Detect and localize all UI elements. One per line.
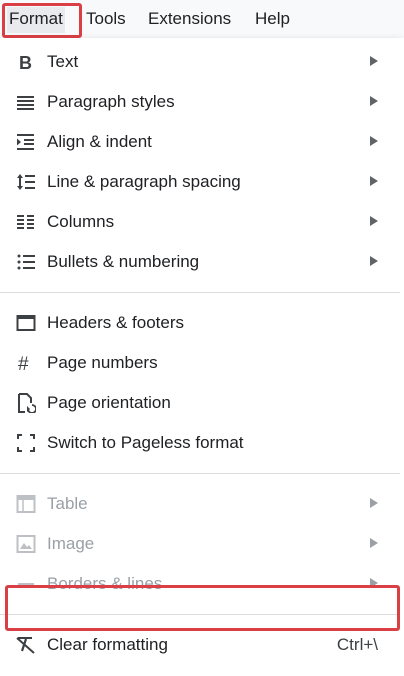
format-dropdown-menu: B Text Paragraph styles Align & indent L… (0, 38, 401, 676)
submenu-arrow-icon (370, 578, 378, 588)
menu-item-label: Align & indent (47, 132, 152, 151)
borders-lines-icon (16, 574, 36, 594)
menu-item-bullets-numbering[interactable]: Bullets & numbering (0, 242, 400, 282)
submenu-arrow-icon (370, 216, 378, 226)
menu-item-label: Paragraph styles (47, 92, 175, 111)
menu-extensions[interactable]: Extensions (146, 7, 233, 33)
menu-format[interactable]: Format (7, 7, 65, 33)
menu-item-text[interactable]: B Text (0, 42, 400, 82)
menu-bar: Format Tools Extensions Help (0, 0, 404, 38)
svg-text:B: B (19, 53, 32, 72)
menu-divider (0, 473, 400, 474)
menu-divider (0, 614, 400, 615)
menu-item-label: Page orientation (47, 393, 171, 412)
menu-item-paragraph-styles[interactable]: Paragraph styles (0, 82, 400, 122)
line-spacing-icon (16, 172, 36, 192)
pageless-icon (16, 433, 36, 453)
menu-item-columns[interactable]: Columns (0, 202, 400, 242)
clear-formatting-icon (16, 635, 36, 655)
menu-item-label: Switch to Pageless format (47, 433, 244, 452)
menu-help[interactable]: Help (253, 7, 292, 33)
bulleted-list-icon (16, 252, 36, 272)
menu-tools[interactable]: Tools (84, 7, 128, 33)
paragraph-styles-icon (16, 92, 36, 112)
menu-item-label: Table (47, 494, 88, 513)
submenu-arrow-icon (370, 498, 378, 508)
menu-item-label: Clear formatting (47, 635, 168, 654)
submenu-arrow-icon (370, 136, 378, 146)
menu-item-borders-lines: Borders & lines (0, 564, 400, 604)
bold-icon: B (16, 52, 36, 73)
submenu-arrow-icon (370, 56, 378, 66)
submenu-arrow-icon (370, 96, 378, 106)
submenu-arrow-icon (370, 176, 378, 186)
svg-text:#: # (18, 354, 29, 373)
menu-item-page-numbers[interactable]: # Page numbers (0, 343, 400, 383)
submenu-arrow-icon (370, 538, 378, 548)
menu-item-page-orientation[interactable]: Page orientation (0, 383, 400, 423)
submenu-arrow-icon (370, 256, 378, 266)
headers-footers-icon (16, 313, 36, 333)
docs-screen: Format Tools Extensions Help B Text Para… (0, 0, 404, 676)
menu-item-table: Table (0, 484, 400, 524)
menu-item-label: Columns (47, 212, 115, 231)
menu-item-label: Line & paragraph spacing (47, 172, 241, 191)
menu-item-pageless[interactable]: Switch to Pageless format (0, 423, 400, 463)
menu-item-headers-footers[interactable]: Headers & footers (0, 303, 400, 343)
page-orientation-icon (16, 393, 37, 414)
hash-icon: # (16, 353, 36, 375)
menu-item-image: Image (0, 524, 400, 564)
document-edge (400, 38, 404, 676)
menu-item-align-indent[interactable]: Align & indent (0, 122, 400, 162)
align-indent-icon (16, 132, 36, 152)
menu-item-line-spacing[interactable]: Line & paragraph spacing (0, 162, 400, 202)
keyboard-shortcut: Ctrl+\ (336, 635, 378, 654)
menu-item-label: Borders & lines (47, 574, 163, 593)
menu-divider (0, 292, 400, 293)
menu-item-label: Image (47, 534, 95, 553)
image-icon (16, 534, 36, 554)
menu-item-label: Headers & footers (47, 313, 185, 332)
menu-item-label: Bullets & numbering (47, 252, 200, 271)
menu-item-clear-formatting[interactable]: Clear formatting Ctrl+\ (0, 625, 400, 665)
menu-item-label: Page numbers (47, 353, 158, 372)
table-icon (16, 494, 36, 514)
menu-item-label: Text (47, 52, 79, 71)
columns-icon (16, 212, 36, 232)
